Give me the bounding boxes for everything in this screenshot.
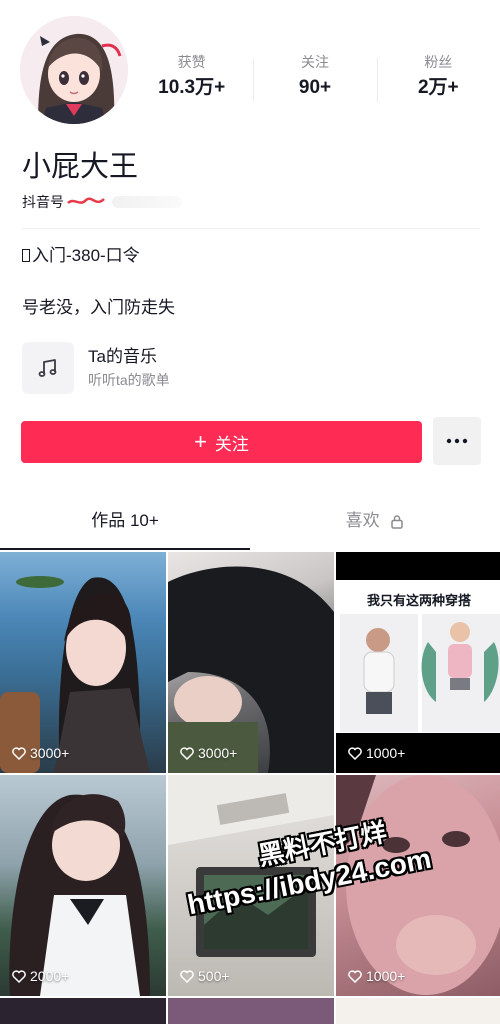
tab-label: 作品 10+ [91, 511, 159, 530]
music-icon-box [22, 342, 74, 394]
follow-button[interactable]: + 关注 [21, 421, 422, 463]
more-dots-icon [446, 438, 468, 444]
video-thumbnail-image [168, 566, 334, 773]
tab-likes[interactable]: 喜欢 [250, 498, 500, 550]
tab-works[interactable]: 作品 10+ [0, 498, 250, 550]
video-thumbnail[interactable] [336, 998, 500, 1024]
video-likes-count: 2000+ [30, 968, 70, 984]
divider [22, 228, 480, 229]
video-thumbnail-image [168, 775, 334, 957]
video-thumbnail[interactable] [168, 998, 334, 1024]
tab-label: 喜欢 [345, 511, 380, 530]
lock-icon [391, 515, 404, 529]
video-thumbnail[interactable]: 2000+ [0, 775, 166, 996]
avatar-anime-girl-image [20, 16, 128, 124]
stat-likes[interactable]: 获赞 10.3万+ [130, 52, 253, 112]
music-note-icon [38, 359, 57, 377]
video-thumbnail-image [336, 775, 500, 995]
profile-stats: 获赞 10.3万+ 关注 90+ 粉丝 2万+ [130, 52, 500, 112]
bio-line-1: 入门-380-口令 [22, 244, 140, 268]
video-thumbnail-image [0, 576, 150, 773]
video-likes: 1000+ [348, 968, 405, 984]
bio-text: 入门-380-口令 [32, 246, 140, 265]
avatar[interactable] [20, 16, 128, 124]
heart-icon [12, 969, 26, 983]
video-thumbnail[interactable]: 500+ [168, 775, 334, 996]
heart-icon [348, 746, 362, 760]
video-likes: 3000+ [12, 745, 69, 761]
plus-icon: + [194, 429, 207, 454]
video-likes-count: 3000+ [198, 745, 238, 761]
video-likes-count: 3000+ [30, 745, 70, 761]
douyin-id-label: 抖音号 [22, 194, 64, 210]
video-likes: 1000+ [348, 745, 405, 761]
video-thumbnail[interactable]: 我只有这两种穿搭 1000+ [336, 552, 500, 773]
stat-value: 2万+ [417, 77, 459, 98]
heart-icon [348, 969, 362, 983]
missing-glyph-icon [22, 249, 30, 262]
video-thumbnail[interactable] [0, 998, 166, 1024]
video-likes: 500+ [180, 968, 230, 984]
stat-label: 关注 [300, 54, 329, 70]
redacted-id [112, 196, 182, 208]
music-subtitle: 听听ta的歌单 [88, 372, 170, 388]
douyin-id[interactable]: 抖音号 [22, 192, 182, 212]
content-tabs: 作品 10+ 喜欢 [0, 498, 500, 550]
video-likes-count: 1000+ [366, 968, 406, 984]
heart-icon [12, 746, 26, 760]
stat-value: 90+ [298, 77, 332, 98]
follow-label: 关注 [214, 434, 249, 454]
heart-icon [180, 969, 194, 983]
stat-label: 粉丝 [424, 54, 453, 70]
video-likes: 3000+ [180, 745, 237, 761]
music-entry[interactable]: Ta的音乐 听听ta的歌单 [22, 342, 170, 394]
video-thumbnail-image [9, 794, 150, 996]
video-likes: 2000+ [12, 968, 69, 984]
stat-following[interactable]: 关注 90+ [253, 52, 376, 112]
video-thumbnail[interactable]: 3000+ [168, 552, 334, 773]
music-text: Ta的音乐 听听ta的歌单 [88, 346, 170, 390]
profile-nickname: 小屁大王 [22, 151, 139, 183]
music-title: Ta的音乐 [88, 347, 157, 366]
stat-followers[interactable]: 粉丝 2万+ [376, 52, 500, 112]
video-thumbnail[interactable]: 3000+ [0, 552, 166, 773]
video-likes-count: 1000+ [366, 745, 406, 761]
bio-line-2: 号老没，入门防走失 [22, 298, 175, 317]
video-likes-count: 500+ [198, 968, 230, 984]
stat-label: 获赞 [177, 54, 206, 70]
heart-icon [180, 746, 194, 760]
stat-value: 10.3万+ [158, 77, 226, 98]
redaction-scribble-icon [67, 197, 105, 205]
more-options-button[interactable] [433, 417, 481, 465]
video-thumbnail[interactable]: 1000+ [336, 775, 500, 996]
